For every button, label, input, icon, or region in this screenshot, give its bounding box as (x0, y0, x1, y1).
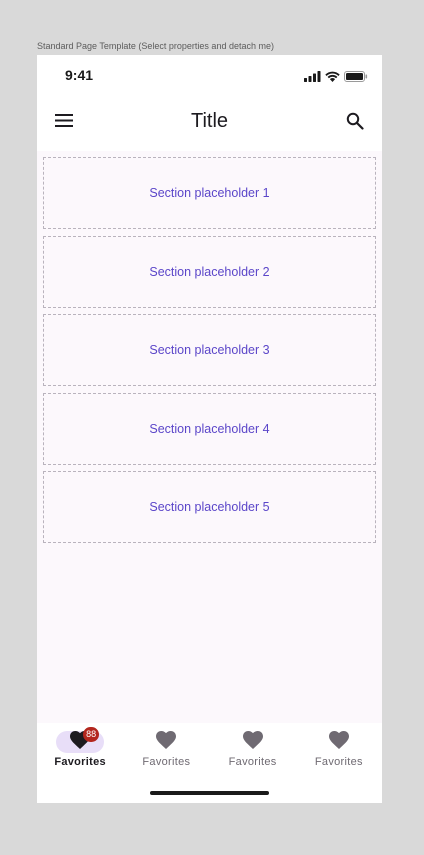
heart-icon (328, 730, 349, 754)
status-icons (304, 69, 368, 87)
heart-icon (242, 730, 263, 754)
active-indicator: 88 (56, 727, 105, 753)
nav-item-label: Favorites (54, 756, 106, 768)
nav-item-favorites-1[interactable]: 88 Favorites (37, 727, 123, 768)
search-button[interactable] (342, 110, 368, 136)
section-placeholder: Section placeholder 4 (43, 392, 376, 465)
section-placeholder: Section placeholder 2 (43, 235, 376, 308)
nav-item-label: Favorites (142, 756, 191, 768)
section-list: Section placeholder 1 Section placeholde… (43, 157, 376, 550)
section-label: Section placeholder 4 (149, 421, 270, 436)
page-title: Title (190, 110, 229, 132)
status-bar: 9:41 (37, 55, 382, 95)
nav-item-favorites-3[interactable]: Favorites (210, 730, 296, 768)
section-placeholder: Section placeholder 3 (43, 314, 376, 386)
section-placeholder: Section placeholder 5 (43, 471, 376, 543)
nav-item-favorites-2[interactable]: Favorites (123, 730, 209, 768)
section-label: Section placeholder 3 (149, 343, 270, 357)
frame-label: Standard Page Template (Select propertie… (37, 41, 274, 51)
top-app-bar: Title (37, 95, 382, 151)
wifi-icon (325, 69, 340, 87)
status-time: 9:41 (65, 67, 94, 83)
nav-item-label: Favorites (314, 756, 363, 768)
battery-icon (344, 69, 368, 87)
phone-screen: 9:41 Title Section placeholder 1 Section… (37, 55, 382, 803)
section-label: Section placeholder 2 (149, 264, 270, 279)
section-label: Section placeholder 1 (149, 186, 270, 200)
section-placeholder: Section placeholder 1 (43, 157, 376, 229)
nav-item-label: Favorites (228, 756, 277, 768)
section-label: Section placeholder 5 (149, 500, 270, 514)
notification-badge: 88 (83, 727, 100, 742)
search-icon (346, 112, 364, 135)
cellular-signal-icon (304, 69, 321, 87)
nav-item-favorites-4[interactable]: Favorites (296, 730, 382, 768)
bottom-navigation-bar: 88 Favorites Favorites Favorites Favorit… (37, 723, 382, 803)
heart-icon (156, 730, 177, 754)
home-indicator (150, 791, 269, 795)
